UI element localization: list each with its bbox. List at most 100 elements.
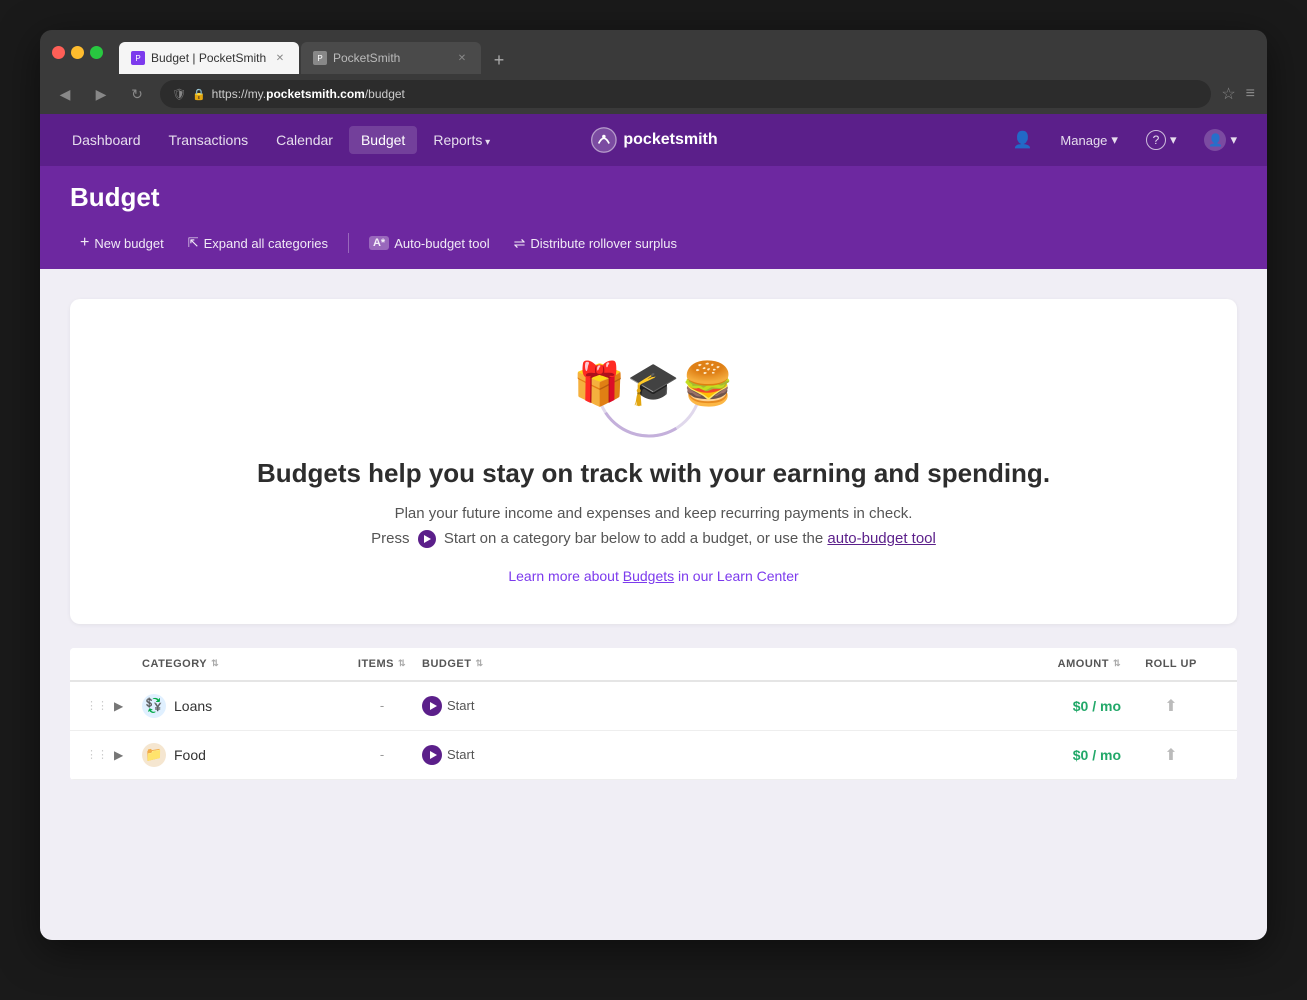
row-rollup-toggle[interactable]: ⬆	[1121, 696, 1221, 716]
th-budget[interactable]: BUDGET ⇅	[422, 658, 981, 670]
emoji-gift: 🎁	[573, 360, 625, 409]
play-triangle	[429, 751, 437, 759]
promo-heading: Budgets help you stay on track with your…	[100, 457, 1207, 491]
th-budget-label: BUDGET	[422, 658, 471, 670]
lock-icon: 🔒	[192, 88, 206, 101]
th-items[interactable]: ITEMS ⇅	[342, 658, 422, 670]
play-triangle	[429, 702, 437, 710]
user-icon: 👤	[1204, 129, 1226, 151]
nav-manage-button[interactable]: Manage ▾	[1050, 126, 1128, 154]
th-rollup-label: ROLL UP	[1145, 658, 1197, 670]
help-arrow-icon: ▾	[1170, 132, 1177, 148]
row-drag-handle[interactable]: ⋮⋮	[86, 748, 114, 761]
expand-all-button[interactable]: ⇱ Expand all categories	[178, 230, 338, 256]
maximize-button[interactable]	[90, 46, 103, 59]
traffic-lights	[52, 46, 103, 59]
nav-item-transactions[interactable]: Transactions	[157, 126, 261, 154]
row-start-label: Start	[447, 698, 474, 713]
auto-budget-label: Auto-budget tool	[394, 236, 489, 251]
row-category-name: Loans	[174, 698, 212, 714]
expand-all-label: Expand all categories	[204, 236, 328, 251]
page-title: Budget	[70, 182, 1237, 213]
row-category-cell: 📁 Food	[142, 743, 342, 767]
press-label: Press	[371, 530, 409, 547]
row-amount-cell: $0 / mo	[981, 698, 1121, 714]
row-amount-cell: $0 / mo	[981, 747, 1121, 763]
promo-subtext: Plan your future income and expenses and…	[100, 505, 1207, 522]
manage-arrow-icon: ▾	[1111, 132, 1118, 148]
row-category-cell: 💱 Loans	[142, 694, 342, 718]
close-button[interactable]	[52, 46, 65, 59]
th-category[interactable]: CATEGORY ⇅	[142, 658, 342, 670]
row-drag-handle[interactable]: ⋮⋮	[86, 699, 114, 712]
nav-accounts-button[interactable]: 👤	[1003, 124, 1043, 156]
play-triangle-icon	[423, 535, 431, 543]
tab-favicon-1: P	[131, 51, 145, 65]
app-content: Dashboard Transactions Calendar Budget R…	[40, 114, 1267, 940]
browser-tab-2[interactable]: P PocketSmith ✕	[301, 42, 481, 74]
expand-icon: ⇱	[188, 235, 199, 251]
address-bar[interactable]: 🛡 🔒 https://my.pocketsmith.com/budget	[160, 80, 1211, 108]
row-play-icon	[422, 745, 442, 765]
url-display: https://my.pocketsmith.com/budget	[212, 87, 405, 101]
nav-left: Dashboard Transactions Calendar Budget R…	[60, 126, 502, 154]
row-category-icon: 💱	[142, 694, 166, 718]
th-amount-label: AMOUNT	[1058, 658, 1109, 670]
accounts-icon: 👤	[1013, 130, 1033, 150]
row-start-label: Start	[447, 747, 474, 762]
distribute-button[interactable]: ⇌ Distribute rollover surplus	[504, 230, 687, 257]
row-start-button[interactable]: Start	[422, 745, 981, 765]
promo-illustration: 🎁 🎓 🍔	[100, 339, 1207, 429]
learn-suffix: in our Learn Center	[674, 568, 799, 584]
nav-item-dashboard[interactable]: Dashboard	[60, 126, 153, 154]
auto-budget-button[interactable]: A* Auto-budget tool	[359, 231, 500, 256]
nav-item-calendar[interactable]: Calendar	[264, 126, 345, 154]
browser-addressbar: ◀ ▶ ↻ 🛡 🔒 https://my.pocketsmith.com/bud…	[40, 74, 1267, 114]
plus-icon: +	[80, 234, 89, 252]
distribute-icon: ⇌	[514, 235, 526, 252]
auto-budget-link[interactable]: auto-budget tool	[827, 530, 935, 547]
reload-button[interactable]: ↻	[124, 81, 150, 107]
row-start-button[interactable]: Start	[422, 696, 981, 716]
row-items-cell: -	[342, 747, 422, 762]
nav-help-button[interactable]: ? ▾	[1136, 124, 1187, 156]
ai-icon: A*	[369, 236, 389, 250]
tab-title-2: PocketSmith	[333, 51, 449, 65]
nav-item-budget[interactable]: Budget	[349, 126, 417, 154]
new-tab-button[interactable]: +	[485, 46, 513, 74]
browser-menu-button[interactable]: ≡	[1246, 85, 1255, 103]
browser-tab-active[interactable]: P Budget | PocketSmith ✕	[119, 42, 299, 74]
row-rollup-toggle[interactable]: ⬆	[1121, 745, 1221, 765]
nav-bar: Dashboard Transactions Calendar Budget R…	[40, 114, 1267, 166]
promo-card: 🎁 🎓 🍔 Budgets help you stay on track wit…	[70, 299, 1237, 624]
tab-title-1: Budget | PocketSmith	[151, 51, 267, 65]
security-icon: 🛡	[172, 88, 186, 101]
forward-button[interactable]: ▶	[88, 81, 114, 107]
tab-close-2[interactable]: ✕	[455, 51, 469, 65]
emoji-grad: 🎓	[627, 360, 679, 409]
nav-user-button[interactable]: 👤 ▾	[1194, 123, 1247, 157]
budget-table: CATEGORY ⇅ ITEMS ⇅ BUDGET ⇅ AMOUNT ⇅	[70, 648, 1237, 780]
budgets-link[interactable]: Budgets	[623, 568, 674, 584]
th-amount[interactable]: AMOUNT ⇅	[981, 658, 1121, 670]
logo-icon	[589, 126, 617, 154]
manage-label: Manage	[1060, 133, 1107, 148]
tab-close-1[interactable]: ✕	[273, 51, 287, 65]
new-budget-label: New budget	[94, 236, 163, 251]
bookmark-button[interactable]: ☆	[1221, 84, 1235, 104]
th-amount-sort-icon: ⇅	[1113, 658, 1121, 669]
row-expand-button[interactable]: ▶	[114, 748, 142, 762]
back-button[interactable]: ◀	[52, 81, 78, 107]
minimize-button[interactable]	[71, 46, 84, 59]
new-budget-button[interactable]: + New budget	[70, 229, 174, 257]
promo-icons-wrapper: 🎁 🎓 🍔	[574, 339, 734, 429]
nav-logo: pocketsmith	[589, 126, 717, 154]
row-expand-button[interactable]: ▶	[114, 699, 142, 713]
user-arrow-icon: ▾	[1230, 132, 1237, 148]
promo-instruction: Press Start on a category bar below to a…	[100, 530, 1207, 548]
logo-text: pocketsmith	[623, 131, 717, 149]
learn-prefix: Learn more about	[508, 568, 622, 584]
nav-item-reports[interactable]: Reports	[421, 126, 502, 154]
table-header: CATEGORY ⇅ ITEMS ⇅ BUDGET ⇅ AMOUNT ⇅	[70, 648, 1237, 682]
nav-right: 👤 Manage ▾ ? ▾ 👤 ▾	[1003, 123, 1248, 157]
